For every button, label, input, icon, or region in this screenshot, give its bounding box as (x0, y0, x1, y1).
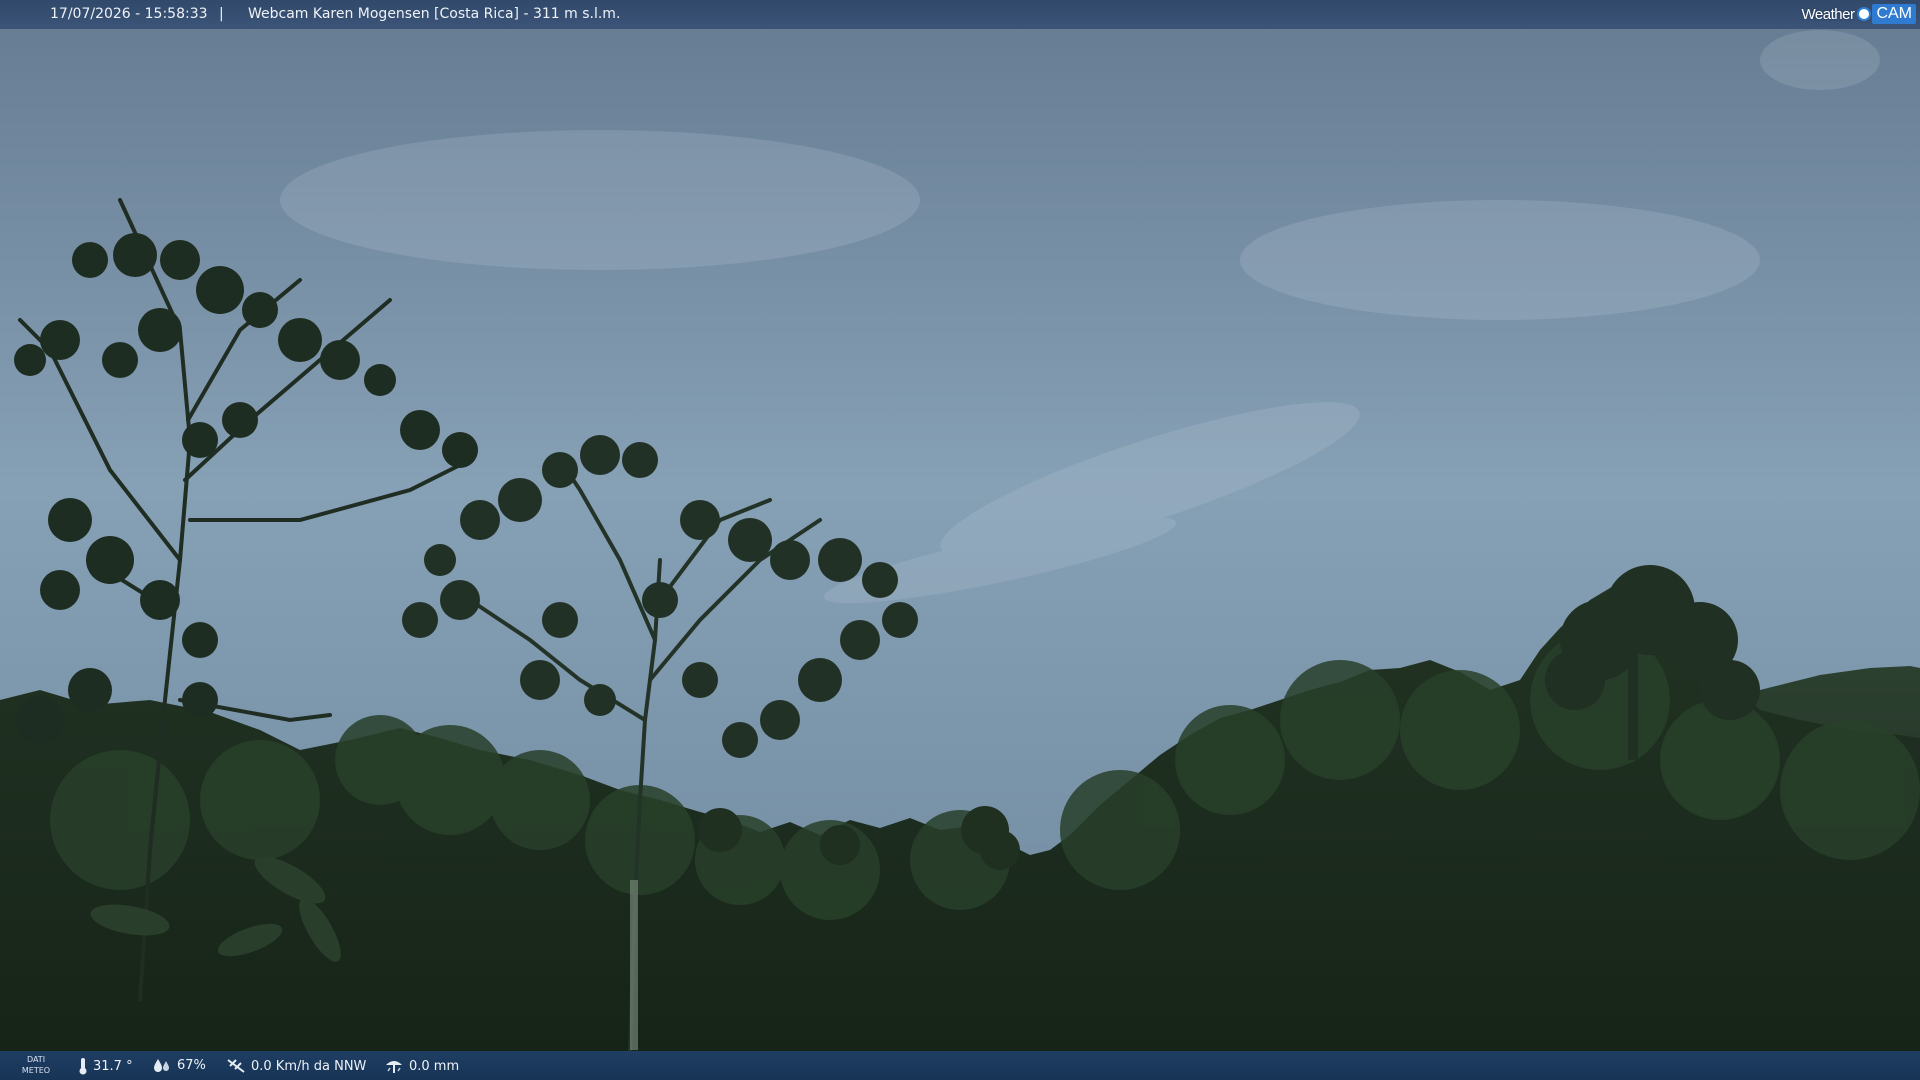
weather-data-label-line2: METEO (21, 1066, 51, 1075)
middle-tree-trunk (630, 880, 638, 1050)
temperature-value: 31.7 ° (93, 1058, 133, 1074)
wind-vane-icon (227, 1059, 245, 1073)
thermometer-icon (79, 1058, 87, 1075)
weathercam-logo: Weather CAM (1800, 3, 1916, 25)
rain-gauge-icon (386, 1061, 402, 1073)
logo-dot-icon (1857, 7, 1872, 21)
rain-readout: 0.0 mm (384, 1057, 459, 1075)
title-separator: | (219, 6, 224, 22)
clouds (280, 30, 1880, 604)
humidity-value: 67% (177, 1057, 206, 1073)
rain-value: 0.0 mm (409, 1058, 460, 1074)
top-info-bar: 17/07/2026 - 15:58:33 | Webcam Karen Mog… (0, 0, 1920, 29)
capture-datetime: 17/07/2026 - 15:58:33 (50, 6, 208, 22)
wind-readout: 0.0 Km/h da NNW (226, 1057, 366, 1075)
humidity-drops-icon (154, 1059, 169, 1072)
logo-weather-text: Weather (1801, 5, 1855, 23)
logo-cam-text: CAM (1872, 4, 1916, 24)
landscape-scene (0, 30, 1920, 1060)
weather-data-label: DATI METEO (14, 1054, 58, 1076)
webcam-frame: 17/07/2026 - 15:58:33 | Webcam Karen Mog… (0, 0, 1920, 1080)
wind-value: 0.0 Km/h da NNW (251, 1058, 367, 1074)
weather-data-bar: DATI METEO 31.7 ° 67% 0.0 Km/h da NNW 0.… (0, 1051, 1920, 1080)
weather-data-label-line1: DATI (26, 1055, 46, 1064)
temperature-readout: 31.7 ° (78, 1057, 133, 1075)
webcam-title: Webcam Karen Mogensen [Costa Rica] - 311… (248, 6, 621, 22)
humidity-readout: 67% (152, 1057, 206, 1073)
